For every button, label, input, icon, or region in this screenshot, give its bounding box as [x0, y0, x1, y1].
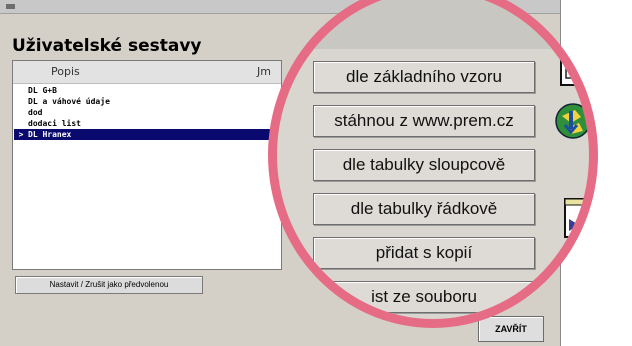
by-column-table-button[interactable]: dle tabulky sloupcově [313, 149, 535, 181]
list-item[interactable]: dod [14, 107, 280, 118]
list-item-selected[interactable]: > DL Hranex [14, 129, 280, 140]
list-header: Popis Jm [13, 61, 281, 84]
column-header-popis[interactable]: Popis [51, 65, 80, 78]
add-from-template-button[interactable]: dle základního vzoru [313, 61, 535, 93]
row-text: dod [28, 108, 43, 117]
copy-document-icon[interactable] [561, 197, 595, 241]
reports-list[interactable]: Popis Jm DL G+B DL a váhové údaje dod do… [12, 60, 282, 270]
row-text: DL a váhové údaje [28, 97, 110, 106]
add-with-copy-button[interactable]: přidat s kopií [313, 237, 535, 269]
download-from-web-button[interactable]: stáhnou z www.prem.cz [313, 105, 535, 137]
window-heading: Uživatelské sestavy [12, 36, 202, 56]
web-download-globe-icon[interactable] [553, 101, 593, 141]
row-text: DL G+B [28, 86, 57, 95]
row-text: dodaci list [28, 119, 81, 128]
list-item[interactable]: dodaci list [14, 118, 280, 129]
by-row-table-button[interactable]: dle tabulky řádkově [313, 193, 535, 225]
row-text: DL Hranex [28, 130, 72, 139]
set-default-button[interactable]: Nastavit / Zrušit jako předvolenou [15, 276, 203, 294]
load-from-file-button[interactable]: ist ze souboru [313, 281, 535, 313]
close-button[interactable]: ZAVŘÍT [478, 316, 544, 342]
column-header-jm[interactable]: Jm [257, 65, 271, 78]
add-panel-title: řidat [295, 12, 332, 33]
system-menu-icon[interactable] [6, 4, 15, 9]
list-item[interactable]: DL a váhové údaje [14, 96, 280, 107]
list-item[interactable]: DL G+B [14, 85, 280, 96]
selection-arrow-icon: > [18, 130, 24, 139]
template-document-icon[interactable] [559, 47, 591, 87]
